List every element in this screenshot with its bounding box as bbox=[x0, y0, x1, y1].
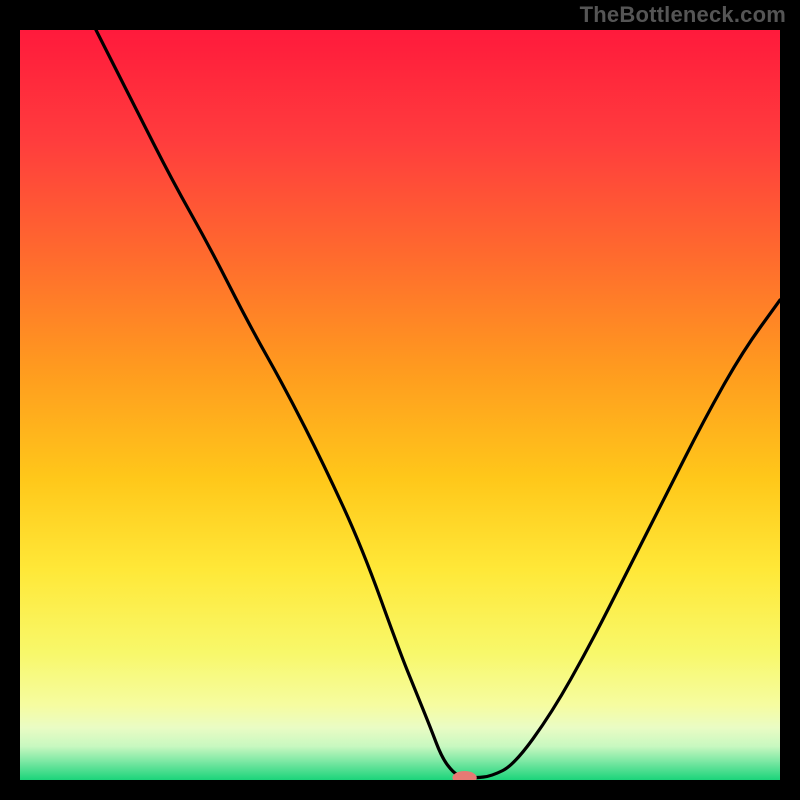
watermark-text: TheBottleneck.com bbox=[580, 2, 786, 28]
plot-area bbox=[20, 30, 780, 780]
gradient-background bbox=[20, 30, 780, 780]
chart-frame: TheBottleneck.com bbox=[0, 0, 800, 800]
bottleneck-chart bbox=[20, 30, 780, 780]
